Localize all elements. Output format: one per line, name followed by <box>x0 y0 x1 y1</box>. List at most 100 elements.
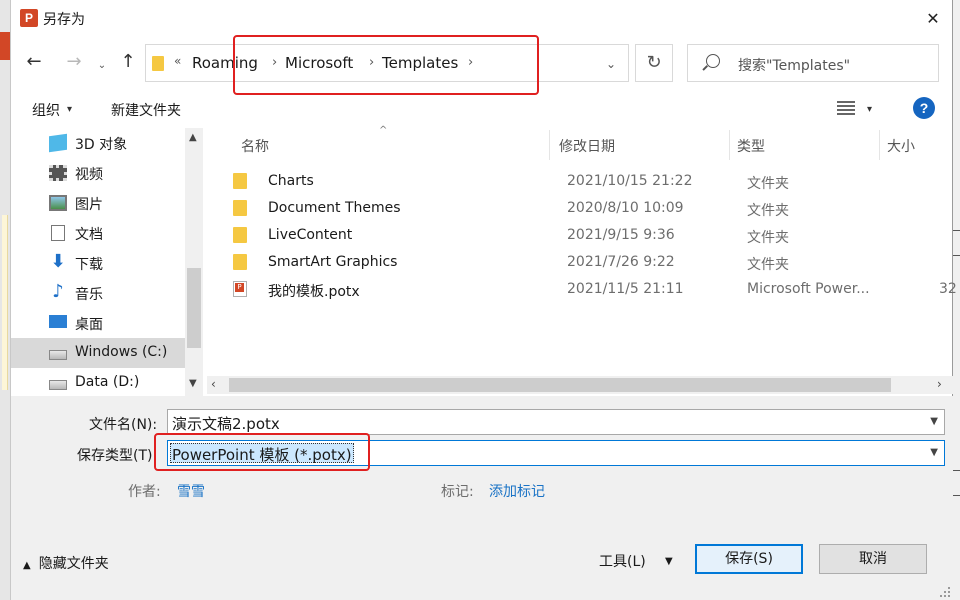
powerpoint-icon: P <box>20 9 38 27</box>
column-header-size[interactable]: 大小 <box>879 128 953 160</box>
column-header-label: 修改日期 <box>559 139 615 155</box>
forward-button[interactable]: → <box>63 52 85 72</box>
sidebar-item-videos[interactable]: 视频 <box>11 158 185 188</box>
overflow-chevron-icon[interactable]: « <box>174 54 181 68</box>
view-dropdown-icon[interactable]: ▾ <box>867 104 872 115</box>
file-type: 文件夹 <box>747 176 789 192</box>
file-size: 32 <box>939 281 957 297</box>
sidebar-item-label: 图片 <box>75 197 103 213</box>
column-header-type[interactable]: 类型 <box>729 128 879 160</box>
column-header-label: 类型 <box>737 139 765 155</box>
pictures-icon <box>49 195 67 211</box>
scroll-right-icon[interactable]: › <box>937 377 942 391</box>
title-bar: P 另存为 ✕ <box>11 0 953 38</box>
background-ribbon-accent <box>0 32 10 60</box>
refresh-button[interactable]: ↻ <box>635 44 673 82</box>
filetype-label: 保存类型(T): <box>77 448 158 464</box>
sidebar-item-desktop[interactable]: 桌面 <box>11 308 185 338</box>
highlight-annotation-filetype <box>154 433 370 471</box>
tags-label: 标记: <box>441 484 474 500</box>
scroll-down-icon[interactable]: ▼ <box>189 378 197 389</box>
cancel-button[interactable]: 取消 <box>819 544 927 574</box>
sidebar-item-3d-objects[interactable]: 3D 对象 <box>11 128 185 158</box>
sidebar-item-label: Windows (C:) <box>75 344 168 360</box>
folder-icon <box>233 227 247 243</box>
sidebar-scrollbar[interactable]: ▲ ▼ <box>185 128 203 396</box>
folder-icon <box>233 173 247 189</box>
filename-dropdown-icon[interactable]: ▼ <box>930 416 938 427</box>
sidebar-item-pictures[interactable]: 图片 <box>11 188 185 218</box>
highlight-annotation-path <box>233 35 539 95</box>
sidebar-item-windows-c[interactable]: Windows (C:) <box>11 338 185 368</box>
file-type: 文件夹 <box>747 203 789 219</box>
sidebar-item-music[interactable]: ♪ 音乐 <box>11 278 185 308</box>
file-type: 文件夹 <box>747 230 789 246</box>
column-header-label: 名称 <box>241 139 269 155</box>
organize-dropdown-icon[interactable]: ▾ <box>67 104 72 115</box>
search-box[interactable]: 搜索"Templates" <box>687 44 939 82</box>
sidebar-item-label: 文档 <box>75 227 103 243</box>
sidebar-item-label: 音乐 <box>75 287 103 303</box>
search-placeholder: 搜索"Templates" <box>738 58 851 74</box>
file-date: 2021/10/15 21:22 <box>567 173 693 189</box>
scroll-up-icon[interactable]: ▲ <box>189 132 197 143</box>
back-button[interactable]: ← <box>23 52 45 72</box>
background-window-right <box>952 0 960 600</box>
sidebar-item-downloads[interactable]: ⬇ 下载 <box>11 248 185 278</box>
column-header-name[interactable]: 名称 <box>227 128 547 160</box>
sidebar-item-data-d[interactable]: Data (D:) <box>11 368 185 398</box>
file-list-horizontal-scrollbar[interactable]: ‹ › <box>207 376 953 394</box>
recent-locations-dropdown[interactable]: ⌄ <box>95 56 109 76</box>
file-type: 文件夹 <box>747 257 789 273</box>
tools-dropdown-icon[interactable]: ▼ <box>665 556 673 567</box>
tags-value[interactable]: 添加标记 <box>489 481 545 501</box>
hide-folders-toggle[interactable]: ▲ 隐藏文件夹 <box>23 553 109 573</box>
column-header-date[interactable]: 修改日期 <box>549 128 729 160</box>
resize-grip-icon[interactable] <box>939 586 951 598</box>
organize-button[interactable]: 组织 <box>32 100 60 120</box>
navigation-pane: 3D 对象 视频 图片 文档 ⬇ 下载 ♪ 音乐 桌面 Windows (C:) <box>11 128 205 396</box>
file-row-my-template[interactable]: 我的模板.potx 2021/11/5 21:11 Microsoft Powe… <box>227 277 957 304</box>
sidebar-item-label: 桌面 <box>75 317 103 333</box>
help-icon[interactable]: ? <box>913 97 935 119</box>
sidebar-item-label: 视频 <box>75 167 103 183</box>
background-tick <box>953 255 960 256</box>
file-date: 2021/7/26 9:22 <box>567 254 675 270</box>
video-icon <box>49 165 67 181</box>
drive-d-icon <box>49 380 67 390</box>
up-button[interactable]: ↑ <box>118 52 138 72</box>
sidebar-item-label: Data (D:) <box>75 374 140 390</box>
view-options-icon[interactable] <box>837 101 855 115</box>
new-folder-button[interactable]: 新建文件夹 <box>111 100 181 120</box>
filename-label: 文件名(N): <box>89 417 158 433</box>
folder-icon <box>152 56 164 71</box>
author-value[interactable]: 雪雪 <box>177 481 205 501</box>
file-row-livecontent[interactable]: LiveContent 2021/9/15 9:36 文件夹 <box>227 223 953 250</box>
sidebar-item-documents[interactable]: 文档 <box>11 218 185 248</box>
file-name: 我的模板.potx <box>268 284 360 300</box>
close-button[interactable]: ✕ <box>919 6 947 32</box>
music-icon: ♪ <box>52 281 64 302</box>
background-window-left <box>0 0 10 600</box>
command-bar: 组织 ▾ 新建文件夹 ▾ ? <box>11 92 953 126</box>
file-name: Document Themes <box>268 200 401 216</box>
scroll-thumb[interactable] <box>187 268 201 348</box>
sidebar-item-label: 下载 <box>75 257 103 273</box>
file-row-charts[interactable]: Charts 2021/10/15 21:22 文件夹 <box>227 169 953 196</box>
background-tick <box>953 230 960 231</box>
scroll-thumb[interactable] <box>229 378 891 392</box>
file-row-document-themes[interactable]: Document Themes 2020/8/10 10:09 文件夹 <box>227 196 953 223</box>
filename-input[interactable]: 演示文稿2.potx ▼ <box>167 409 945 435</box>
download-icon: ⬇ <box>50 251 66 272</box>
window-title: 另存为 <box>43 12 85 28</box>
save-options-panel: 文件名(N): 演示文稿2.potx ▼ 保存类型(T): PowerPoint… <box>11 396 953 600</box>
tools-button[interactable]: 工具(L) <box>599 551 646 571</box>
save-button[interactable]: 保存(S) <box>695 544 803 574</box>
file-row-smartart-graphics[interactable]: SmartArt Graphics 2021/7/26 9:22 文件夹 <box>227 250 953 277</box>
file-date: 2021/11/5 21:11 <box>567 281 684 297</box>
address-dropdown-icon[interactable]: ⌄ <box>606 57 616 71</box>
file-name: SmartArt Graphics <box>268 254 398 270</box>
filetype-dropdown-icon[interactable]: ▼ <box>930 447 938 458</box>
scroll-left-icon[interactable]: ‹ <box>211 377 216 391</box>
drive-c-icon <box>49 350 67 360</box>
